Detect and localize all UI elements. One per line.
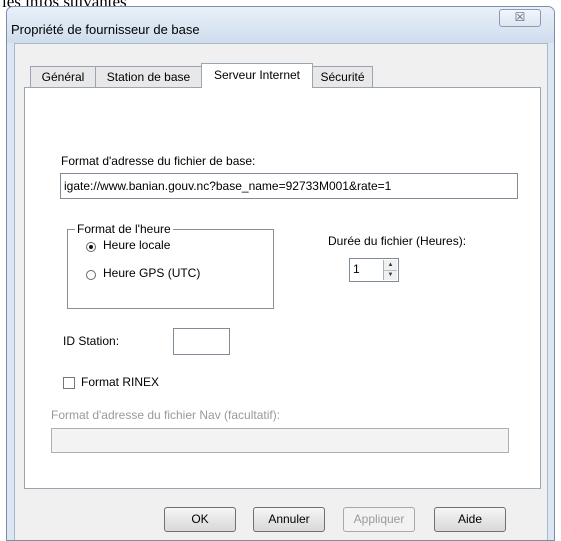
ok-button-label: OK [191, 512, 209, 526]
time-local-label: Heure locale [103, 238, 171, 252]
duration-spinner[interactable]: 1 ▲ ▼ [349, 258, 399, 282]
tab-label: Serveur Internet [213, 68, 301, 82]
nav-url-input[interactable] [51, 428, 509, 453]
base-file-url-input[interactable]: igate://www.banian.gouv.nc?base_name=927… [60, 173, 518, 199]
station-id-label: ID Station: [63, 334, 120, 348]
tab-panel-serveur-internet: Format d'adresse du fichier de base: iga… [24, 87, 541, 489]
dialog-client-area: Général Station de base Serveur Internet… [14, 43, 548, 540]
tab-station-de-base[interactable]: Station de base [95, 66, 202, 87]
tab-securite[interactable]: Sécurité [312, 66, 373, 87]
cancel-button-label: Annuler [268, 512, 310, 526]
apply-button[interactable]: Appliquer [343, 507, 415, 532]
time-gps-radio[interactable] [86, 270, 96, 280]
base-file-url-label: Format d'adresse du fichier de base: [61, 154, 256, 168]
tab-serveur-internet[interactable]: Serveur Internet [201, 63, 313, 88]
duration-label: Durée du fichier (Heures): [328, 234, 467, 248]
title-bar[interactable]: Propriété de fournisseur de base ☒ [7, 7, 554, 43]
nav-url-label: Format d'adresse du fichier Nav (faculta… [51, 408, 281, 422]
dialog-window: Propriété de fournisseur de base ☒ Génér… [6, 6, 555, 541]
help-button[interactable]: Aide [434, 507, 506, 532]
spin-down-button[interactable]: ▼ [384, 270, 397, 280]
time-local-radio[interactable] [86, 242, 96, 252]
tab-label: Station de base [106, 70, 191, 84]
time-format-group: Format de l'heure Heure locale Heure GPS… [67, 222, 274, 309]
close-icon: ☒ [514, 10, 526, 24]
help-button-label: Aide [457, 512, 483, 526]
tab-label: Sécurité [320, 70, 365, 84]
tab-general[interactable]: Général [30, 66, 96, 87]
rinex-label: Format RINEX [81, 375, 160, 389]
base-file-url-value: igate://www.banian.gouv.nc?base_name=927… [64, 179, 392, 193]
apply-button-label: Appliquer [353, 512, 405, 526]
close-button[interactable]: ☒ [499, 9, 541, 27]
rinex-checkbox[interactable] [63, 377, 75, 389]
dialog-title: Propriété de fournisseur de base [11, 22, 200, 37]
time-gps-label: Heure GPS (UTC) [103, 266, 201, 280]
station-id-input[interactable] [173, 328, 230, 355]
ok-button[interactable]: OK [164, 507, 236, 532]
duration-value: 1 [353, 262, 360, 276]
cancel-button[interactable]: Annuler [253, 507, 325, 532]
tab-label: Général [41, 70, 85, 84]
radio-selected-dot [89, 245, 93, 249]
time-format-legend: Format de l'heure [75, 222, 173, 236]
spin-buttons: ▲ ▼ [383, 260, 397, 280]
